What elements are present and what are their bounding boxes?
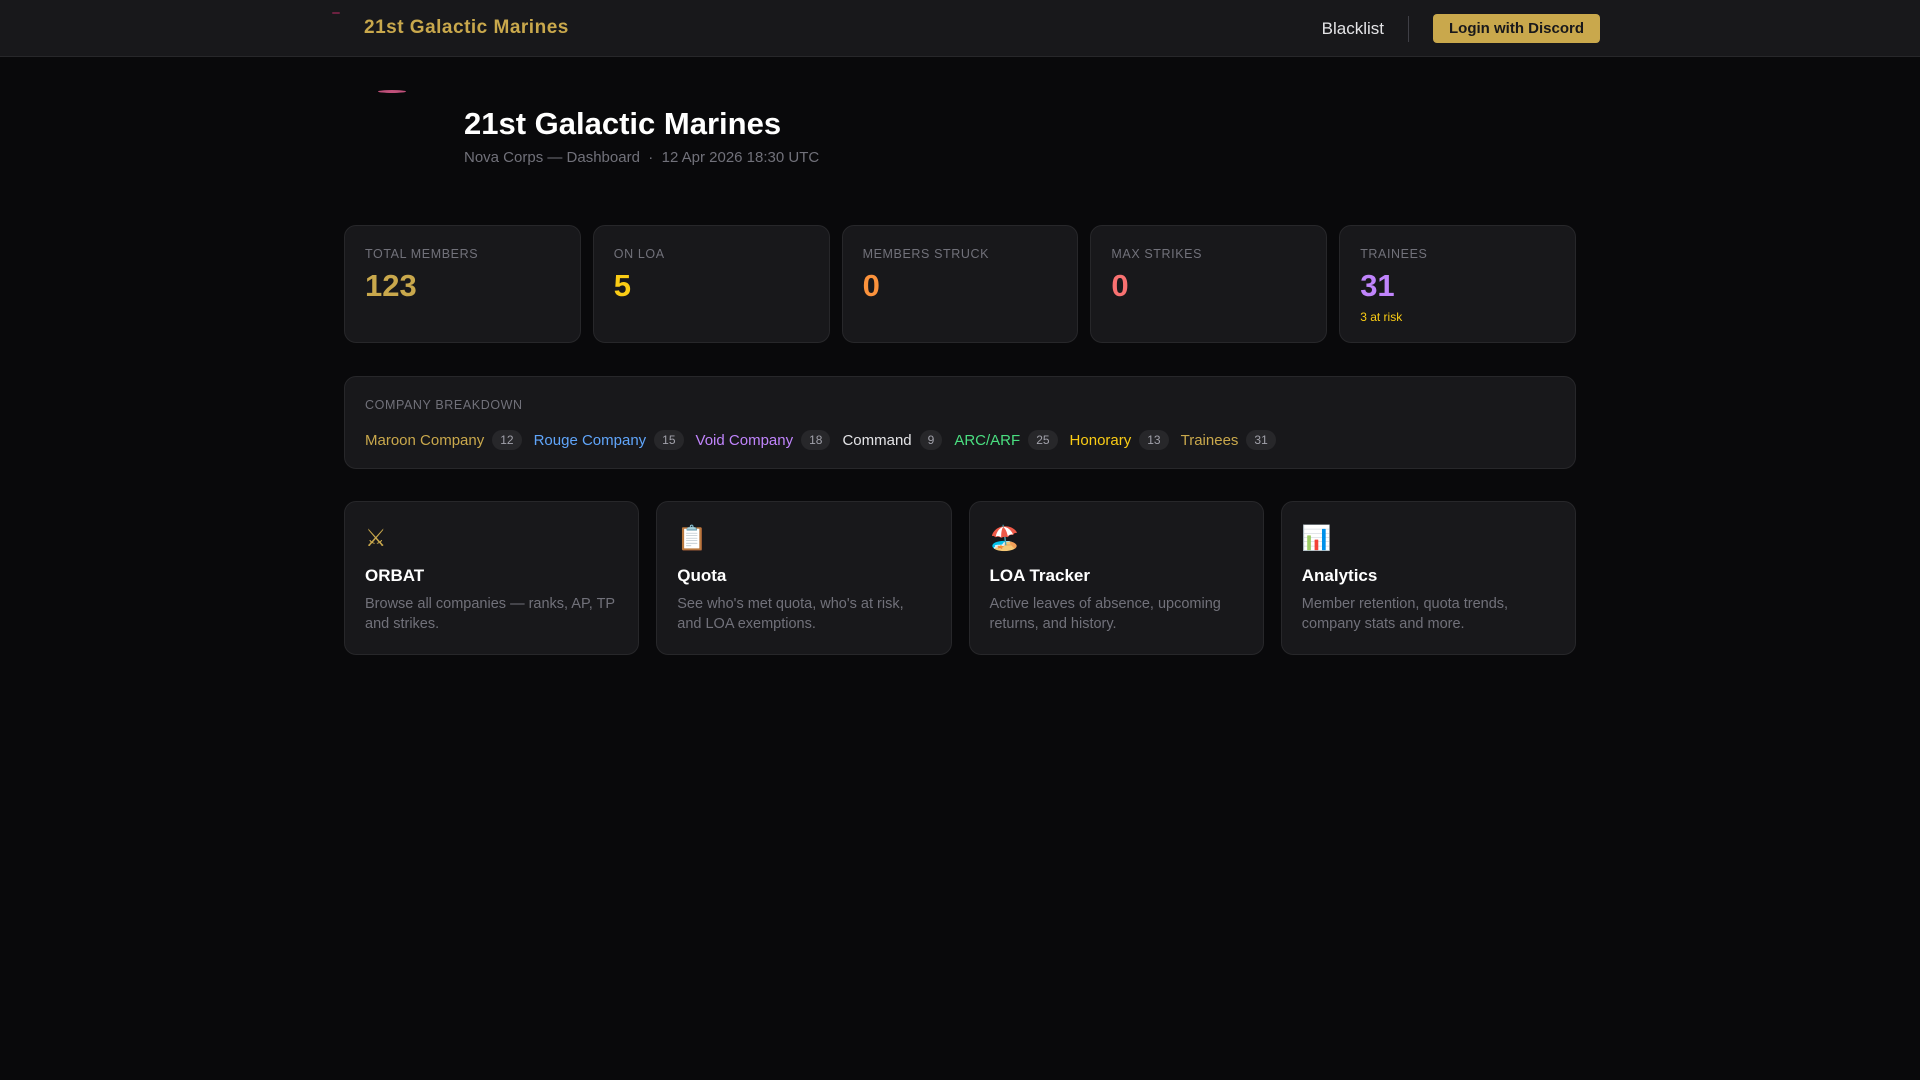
company-chip[interactable]: Rouge Company 15 — [534, 430, 684, 450]
feature-card-analytics[interactable]: 📊 Analytics Member retention, quota trends… — [1280, 501, 1576, 655]
logo-icon — [332, 12, 340, 14]
stats-row: TOTAL MEMBERS 123 ON LOA 5 MEMBERS STRUCK 0… — [344, 225, 1576, 343]
at-risk-note: 3 at risk — [1360, 310, 1403, 324]
company-count-badge: 25 — [1028, 430, 1058, 450]
breakdown-title: COMPANY BREAKDOWN — [365, 398, 523, 412]
feature-description: Member retention, quota trends, company … — [1301, 596, 1509, 632]
company-count-badge: 9 — [919, 430, 943, 450]
timestamp: 12 Apr 2026 18:30 UTC — [661, 149, 820, 166]
company-chip[interactable]: Honorary 13 — [1070, 430, 1169, 450]
feature-description: Active leaves of absence, upcoming retur… — [989, 596, 1221, 632]
feature-card-loa-tracker[interactable]: 🏖️ LOA Tracker Active leaves of absence, u… — [968, 501, 1264, 655]
stat-card-total-members: TOTAL MEMBERS 123 — [344, 225, 581, 343]
beach-umbrella-icon: 🏖️ — [989, 525, 1020, 552]
unit-logo-icon — [378, 90, 406, 93]
feature-card-orbat[interactable]: ⚔ ORBAT Browse all companies — ranks, AP, … — [344, 501, 640, 655]
company-chips: Maroon Company 12 Rouge Company 15 Void Comp… — [365, 430, 1555, 450]
company-chip[interactable]: Maroon Company 12 — [365, 430, 522, 450]
feature-description: Browse all companies — ranks, AP, TP and… — [365, 596, 615, 632]
stat-card-members-struck: MEMBERS STRUCK 0 — [841, 225, 1079, 343]
stat-value: 0 — [862, 268, 880, 303]
stat-value: 0 — [1111, 268, 1129, 303]
company-name: Void Company — [695, 431, 794, 449]
stat-label: MEMBERS STRUCK — [862, 247, 990, 261]
feature-title: ORBAT — [365, 566, 425, 585]
company-count-badge: 18 — [801, 430, 831, 450]
stat-label: TOTAL MEMBERS — [365, 247, 479, 261]
subtitle-text: Nova Corps — Dashboard — [464, 149, 640, 166]
feature-title: Analytics — [1301, 566, 1378, 585]
feature-card-quota[interactable]: 📋 Quota See who's met quota, who's at risk… — [656, 501, 952, 655]
company-count-badge: 13 — [1139, 430, 1169, 450]
separator: · — [648, 149, 654, 166]
stat-card-on-loa: ON LOA 5 — [592, 225, 830, 343]
page-title: 21st Galactic Marines — [464, 106, 782, 141]
feature-title: Quota — [677, 566, 727, 585]
company-name: Command — [842, 431, 912, 449]
blacklist-link[interactable]: Blacklist — [1322, 19, 1384, 39]
bar-chart-icon: 📊 — [1301, 525, 1332, 552]
company-count-badge: 15 — [654, 430, 684, 450]
feature-title: LOA Tracker — [989, 566, 1090, 585]
company-count-badge: 12 — [492, 430, 522, 450]
stat-card-max-strikes: MAX STRIKES 0 — [1090, 225, 1328, 343]
company-chip[interactable]: Void Company 18 — [696, 430, 831, 450]
company-chip[interactable]: Trainees 31 — [1181, 430, 1276, 450]
company-name: Maroon Company — [365, 431, 485, 449]
stat-value: 31 — [1360, 268, 1395, 303]
brand-link[interactable]: 21st Galactic Marines — [364, 17, 569, 39]
company-name: Honorary — [1069, 431, 1132, 449]
stat-value: 5 — [613, 268, 632, 303]
clipboard-icon: 📋 — [677, 525, 708, 552]
stat-label: TRAINEES — [1360, 247, 1428, 261]
company-name: Trainees — [1180, 431, 1239, 449]
stat-label: MAX STRIKES — [1111, 247, 1203, 261]
login-discord-button[interactable]: Login with Discord — [1433, 14, 1600, 43]
page-subtitle: Nova Corps — Dashboard · 12 Apr 2026 18:… — [464, 149, 819, 166]
crossed-swords-icon: ⚔ — [365, 525, 387, 552]
stat-value: 123 — [365, 268, 417, 303]
divider — [1408, 15, 1409, 42]
stat-card-trainees: TRAINEES 31 3 at risk — [1339, 225, 1576, 343]
stat-label: ON LOA — [613, 247, 665, 261]
top-navbar: 21st Galactic Marines Blacklist Login wi… — [0, 0, 1920, 57]
company-name: Rouge Company — [533, 431, 647, 449]
company-chip[interactable]: ARC/ARF 25 — [954, 430, 1058, 450]
company-count-badge: 31 — [1246, 430, 1276, 450]
feature-description: See who's met quota, who's at risk, and … — [677, 596, 904, 632]
company-chip[interactable]: Command 9 — [842, 430, 943, 450]
feature-cards: ⚔ ORBAT Browse all companies — ranks, AP, … — [344, 501, 1576, 655]
company-name: ARC/ARF — [954, 431, 1021, 449]
company-breakdown: COMPANY BREAKDOWN Maroon Company 12 Rouge … — [344, 376, 1576, 469]
